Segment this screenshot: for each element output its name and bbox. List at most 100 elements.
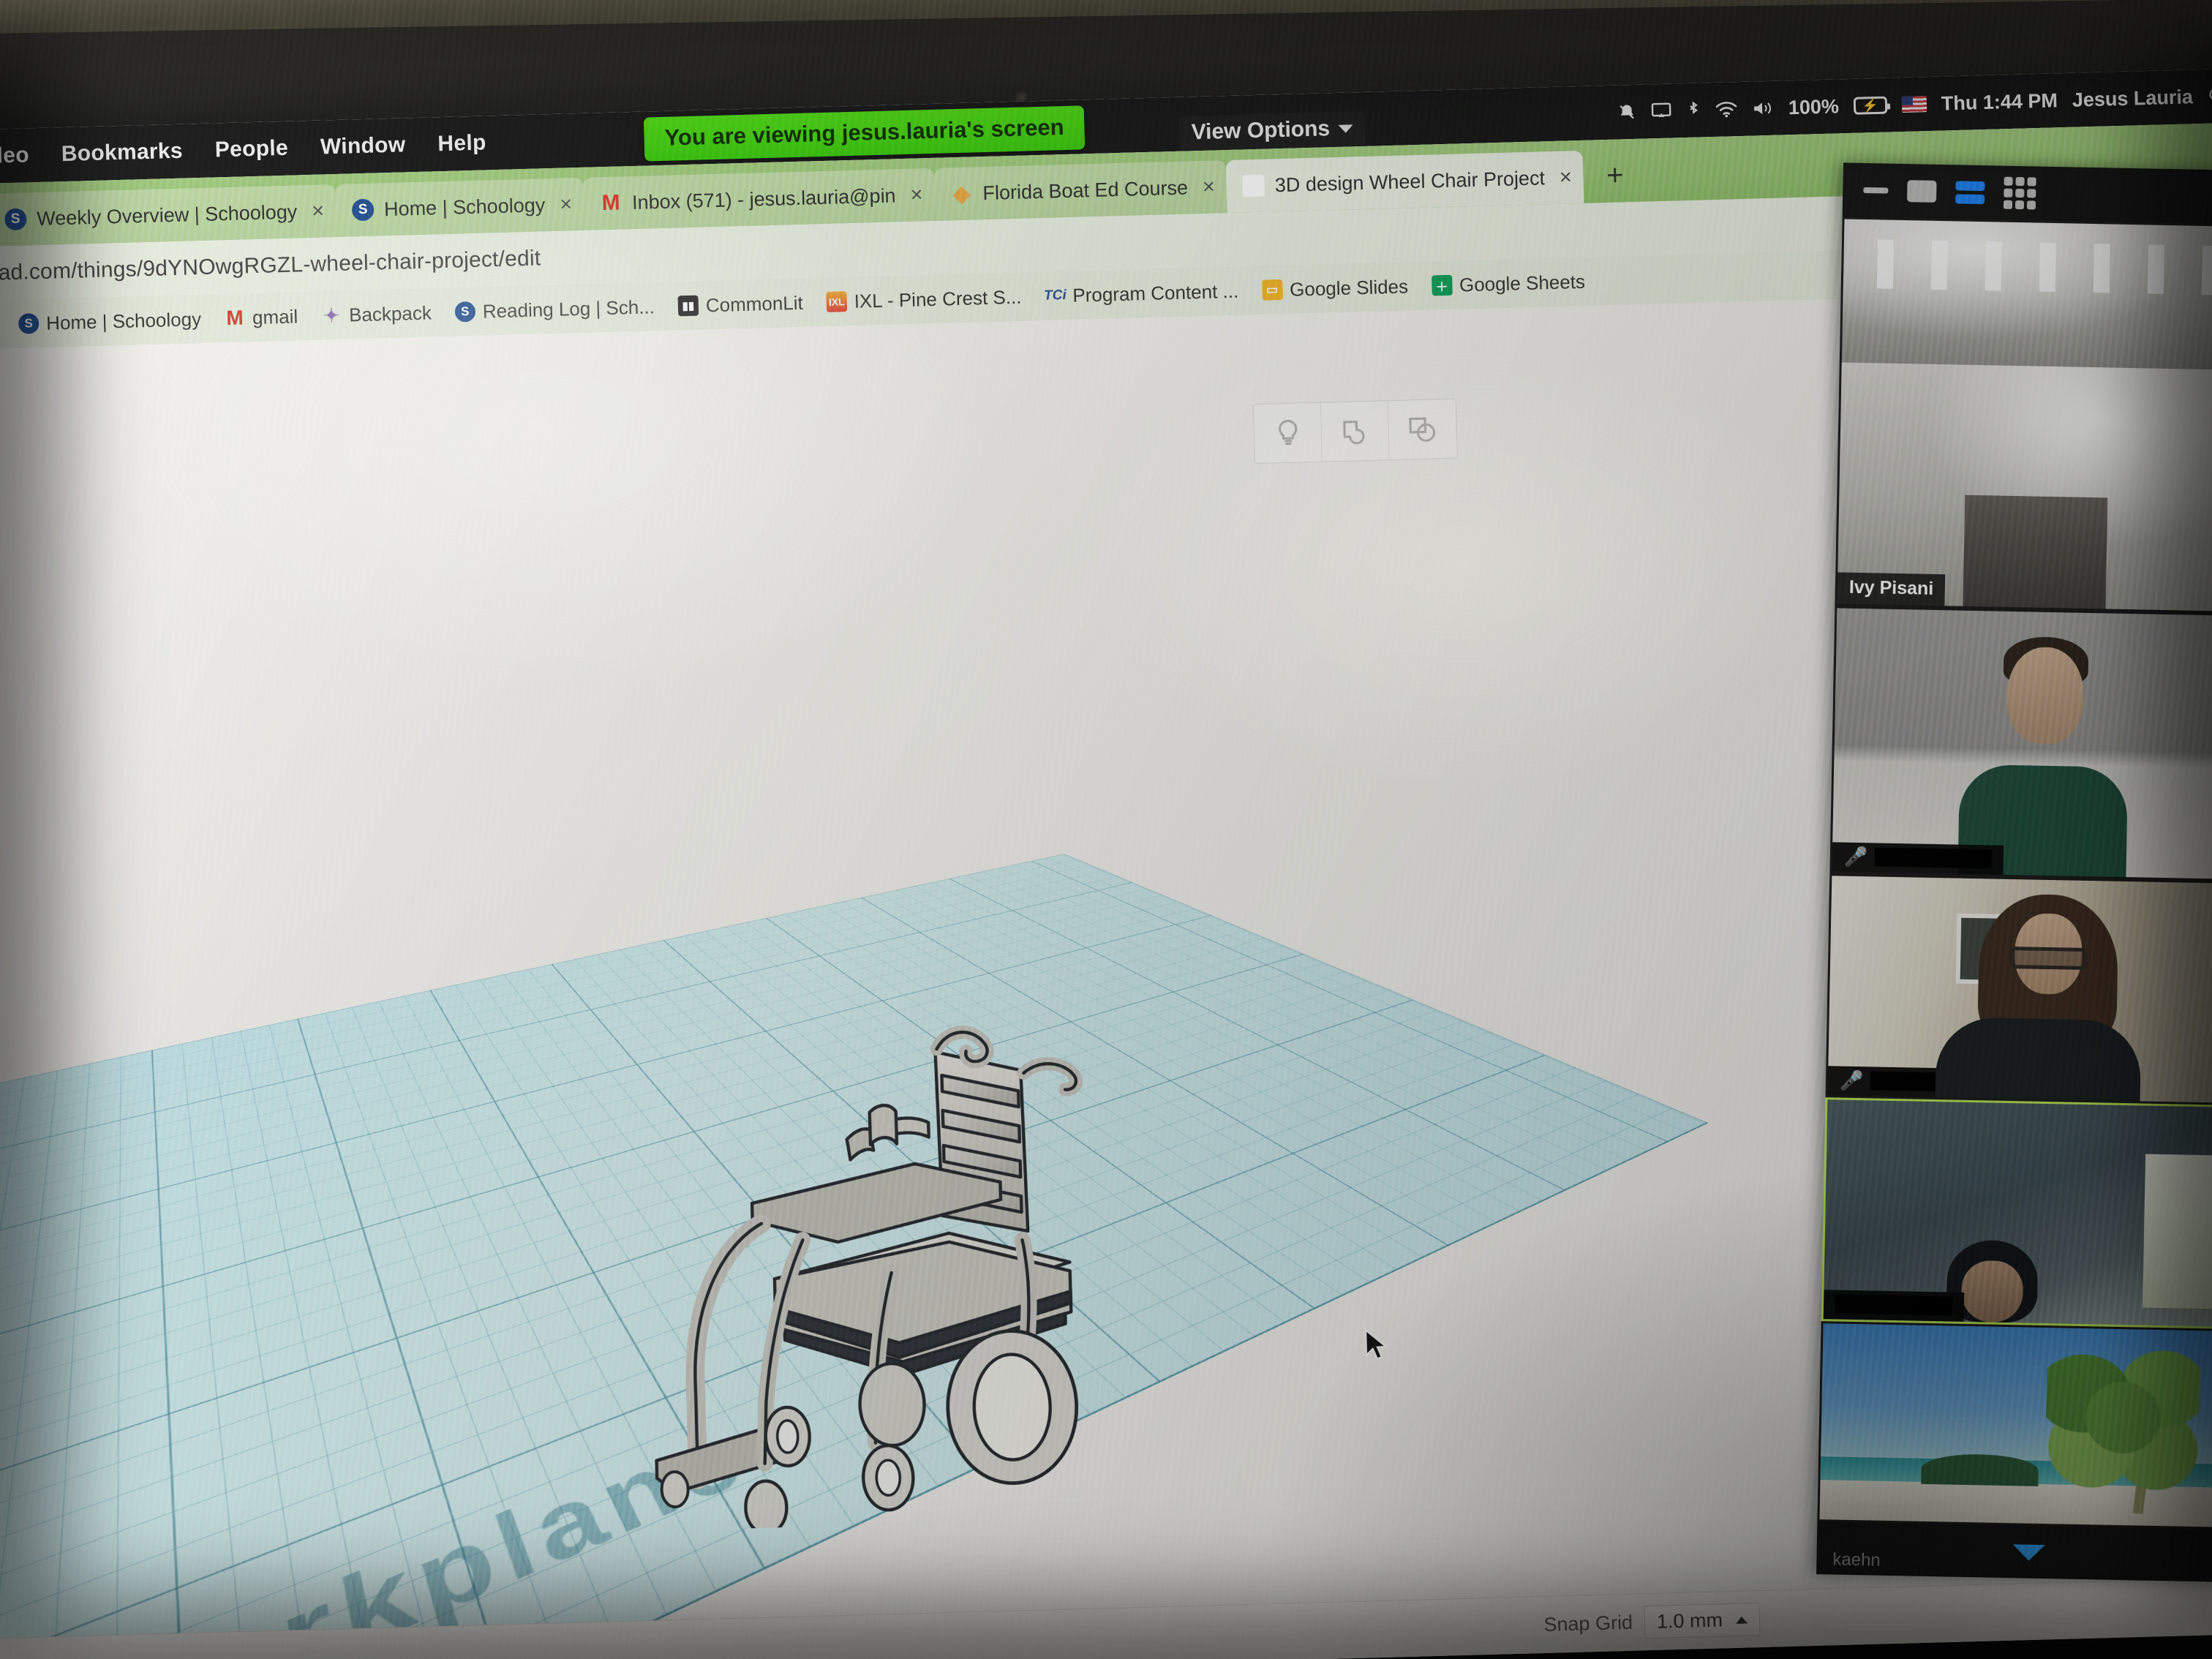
battery-icon[interactable]: ⚡ (1853, 96, 1888, 115)
browser-tab-active[interactable]: 3D design Wheel Chair Project × (1225, 150, 1584, 214)
wheelchair-3d-model[interactable] (625, 1019, 1194, 1535)
tci-icon: TCi (1043, 287, 1066, 304)
menu-item-window[interactable]: Window (304, 132, 422, 160)
bookmark-item[interactable]: ▭ Google Slides (1253, 272, 1418, 305)
chevron-down-icon (1338, 124, 1354, 133)
bookmark-item[interactable]: ✦ Backpack (312, 298, 441, 331)
tab-close-icon[interactable]: × (1198, 175, 1216, 200)
bookmark-item[interactable]: ＋ Google Sheets (1422, 267, 1594, 300)
schoology-icon: S (4, 208, 27, 231)
gmail-icon: M (601, 190, 621, 216)
view-options-button[interactable]: View Options (1179, 110, 1366, 151)
battery-percent-label: 100% (1788, 94, 1840, 118)
video-subject (2010, 947, 2087, 971)
snap-grid-value: 1.0 mm (1656, 1609, 1723, 1633)
tab-close-icon[interactable]: × (906, 183, 923, 208)
redaction-bar (1874, 847, 1993, 869)
tinkercad-view-toolbar (1252, 398, 1458, 464)
browser-tab[interactable]: ◆ Florida Boat Ed Course × (933, 160, 1227, 221)
zoom-participant-tile[interactable]: 🎤 (1825, 873, 2212, 1106)
bookmark-label: Google Slides (1289, 274, 1409, 301)
shape-group-icon[interactable] (1320, 401, 1390, 462)
zoom-participant-tile[interactable]: Ivy Pisani (1835, 217, 2212, 614)
us-flag-icon[interactable] (1901, 96, 1927, 113)
zoom-participant-tile[interactable]: 🎤 (1829, 606, 2212, 882)
bookmark-item[interactable]: TCi Program Content ... (1036, 276, 1248, 311)
bookmark-item[interactable]: ▮▮ CommonLit (669, 288, 812, 320)
address-bar-url: ercad.com/things/9dYNOwgRGZL-wheel-chair… (0, 246, 541, 286)
tab-close-icon[interactable]: × (1554, 165, 1572, 190)
spotlight-search-icon[interactable] (2208, 86, 2212, 106)
schoology-icon: S (351, 198, 375, 222)
volume-icon[interactable] (1752, 99, 1775, 118)
lightbulb-icon[interactable] (1253, 402, 1323, 464)
participant-name-label: Ivy Pisani (1837, 572, 1946, 606)
tab-title: Florida Boat Ed Course (982, 176, 1189, 204)
screen-mirroring-icon[interactable] (1651, 102, 1672, 121)
gallery-view-icon[interactable] (2003, 176, 2036, 210)
video-subject (1960, 1260, 2023, 1323)
bookmark-label: gmail (252, 304, 298, 328)
menu-item-people[interactable]: People (198, 135, 304, 163)
browser-tab[interactable]: S Home | Schoology × (335, 177, 585, 237)
muted-mic-icon: 🎤 (1839, 1069, 1864, 1092)
bookmark-item[interactable]: cs (0, 310, 4, 339)
gmail-icon: M (225, 306, 244, 330)
view-options-label: View Options (1191, 116, 1331, 145)
google-sheets-icon: ＋ (1431, 274, 1453, 296)
menubar-username[interactable]: Jesus Lauria (2072, 86, 2193, 111)
bookmark-item[interactable]: M gmail (216, 302, 307, 333)
zoom-view-toolbar (1842, 162, 2212, 225)
zoom-participant-panel[interactable]: Ivy Pisani 🎤 🎤 kaehn (1816, 162, 2212, 1583)
bookmark-item[interactable]: S Home | Schoology (10, 304, 211, 338)
backpack-icon: ✦ (323, 304, 340, 327)
bookmark-label: IXL - Pine Crest S... (854, 285, 1022, 312)
video-subject (1935, 1017, 2142, 1102)
background-object (2143, 1154, 2212, 1310)
snap-grid-label: Snap Grid (1543, 1611, 1633, 1636)
do-not-disturb-icon[interactable] (1617, 102, 1637, 122)
wifi-icon[interactable] (1715, 100, 1738, 118)
tab-close-icon[interactable]: × (555, 192, 573, 217)
zoom-participant-tile-active-speaker[interactable] (1821, 1097, 2212, 1330)
participant-video-feed (1841, 219, 2212, 371)
background-object (1921, 1453, 2039, 1486)
minimize-icon[interactable] (1863, 187, 1889, 194)
video-subject (2006, 646, 2085, 745)
laptop-screen-photo: ideo Bookmarks People Window Help 100% ⚡… (0, 0, 2212, 1659)
tab-title: 3D design Wheel Chair Project (1274, 166, 1546, 196)
browser-tab[interactable]: M Inbox (571) - jesus.lauria@pin × (583, 168, 936, 230)
participant-video-feed (1819, 1323, 2212, 1528)
new-tab-button[interactable]: + (1593, 154, 1637, 198)
bookmark-label: CommonLit (705, 291, 804, 316)
zoom-participant-tile[interactable] (1817, 1321, 2212, 1530)
participant-name-label: 🎤 (1832, 842, 2004, 875)
bookmark-label: Home | Schoology (45, 307, 202, 334)
menu-item-app[interactable]: ideo (0, 143, 45, 170)
chevron-up-icon (1735, 1616, 1748, 1624)
bookmark-label: Reading Log | Sch... (482, 295, 655, 323)
ixl-icon: IXL (826, 291, 848, 312)
menu-item-help[interactable]: Help (421, 130, 503, 157)
align-shapes-icon[interactable] (1388, 399, 1457, 459)
bookmark-item[interactable]: S Reading Log | Sch... (445, 292, 663, 326)
bluetooth-icon[interactable] (1686, 100, 1701, 120)
tab-close-icon[interactable]: × (307, 199, 325, 224)
zoom-scroll-down-button[interactable]: kaehn (1816, 1521, 2212, 1583)
menubar-status-area: 100% ⚡ Thu 1:44 PM Jesus Lauria (1617, 83, 2212, 124)
google-slides-icon: ▭ (1261, 279, 1283, 301)
menubar-clock[interactable]: Thu 1:44 PM (1941, 89, 2058, 115)
commonlit-icon: ▮▮ (677, 295, 699, 317)
bookmark-label: Google Sheets (1459, 270, 1586, 296)
strip-view-icon[interactable] (1955, 180, 1985, 204)
tab-title: Weekly Overview | Schoology (36, 200, 298, 230)
participant-video-feed (1832, 608, 2212, 880)
browser-tab[interactable]: S Weekly Overview | Schoology × (0, 184, 337, 247)
bookmark-label: Program Content ... (1072, 279, 1239, 306)
speaker-view-icon[interactable] (1907, 180, 1937, 203)
screen-share-banner: You are viewing jesus.lauria's screen (643, 105, 1086, 162)
menu-item-bookmarks[interactable]: Bookmarks (45, 138, 199, 168)
snap-grid-select[interactable]: 1.0 mm (1644, 1603, 1761, 1639)
bookmark-item[interactable]: IXL IXL - Pine Crest S... (817, 282, 1031, 317)
boat-ed-icon: ◆ (952, 181, 971, 206)
